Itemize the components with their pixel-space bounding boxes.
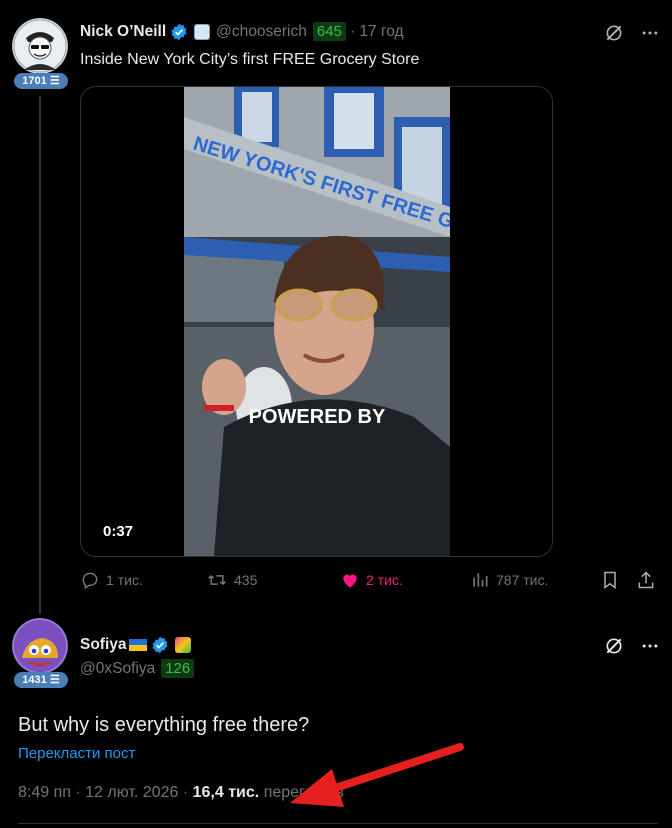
list-icon: ☰: [49, 75, 60, 87]
reply-follow-count-badge: 126: [161, 659, 195, 678]
share-button[interactable]: [636, 570, 656, 590]
divider: [18, 823, 658, 824]
video-player[interactable]: NEW YORK'S FIRST FREE GR POWERED BY 0:37: [80, 86, 553, 557]
reply-button[interactable]: 1 тис.: [80, 570, 143, 590]
verified-badge-icon: [152, 636, 167, 654]
reply-timestamp[interactable]: 8:49 пп · 12 лют. 2026 ·: [18, 784, 188, 801]
heart-icon: [343, 574, 357, 588]
verified-badge-icon: [171, 23, 187, 40]
reply-handle-row: @0xSofiya 126: [80, 659, 195, 678]
tweet-text: Inside New York City’s first FREE Grocer…: [80, 51, 420, 68]
views-chart-icon: [473, 573, 488, 587]
reply-icon: [82, 572, 98, 590]
video-frame[interactable]: NEW YORK'S FIRST FREE GR POWERED BY: [184, 87, 450, 556]
video-caption: POWERED BY: [249, 406, 386, 428]
repost-button[interactable]: 435: [206, 570, 257, 590]
tweet-actions: 1 тис. 435 2 тис. 787 тис.: [80, 570, 660, 594]
reply-avatar-score-badge: 1431 ☰: [14, 672, 68, 688]
grok-icon[interactable]: [604, 23, 624, 43]
reply-count: 1 тис.: [106, 572, 143, 588]
follow-count-badge: 645: [312, 22, 346, 41]
repost-count: 435: [234, 572, 258, 588]
more-options-icon[interactable]: [640, 636, 660, 656]
avatar-score-badge: 1701 ☰: [14, 73, 68, 89]
repost-icon: [208, 575, 226, 585]
reply-author-name[interactable]: Sofiya: [80, 636, 127, 654]
reply-views-count: 16,4 тис.: [192, 784, 260, 801]
ukraine-flag-icon: [128, 639, 147, 651]
affiliate-badge-icon: [174, 637, 191, 653]
reply-header: Sofiya: [80, 636, 191, 654]
bookmark-icon: [604, 571, 616, 589]
tweet-header: Nick O’Neill @chooserich 645 · 17 год: [80, 22, 404, 41]
reply-author-handle[interactable]: @0xSofiya: [80, 660, 155, 678]
list-icon: ☰: [49, 674, 60, 686]
views-button[interactable]: 787 тис.: [470, 570, 548, 590]
video-duration: 0:37: [103, 523, 134, 540]
more-options-icon[interactable]: [640, 23, 660, 43]
grok-icon[interactable]: [604, 636, 624, 656]
reply-top-icons: [604, 636, 660, 656]
share-icon: [638, 571, 654, 589]
like-count: 2 тис.: [366, 572, 403, 588]
bookmark-button[interactable]: [600, 570, 620, 590]
affiliate-badge-icon: [194, 23, 211, 40]
translate-post-link[interactable]: Перекласти пост: [18, 745, 135, 762]
tweet-top-icons: [604, 23, 660, 43]
tweet-time[interactable]: · 17 год: [350, 23, 404, 41]
avatar[interactable]: [12, 18, 68, 74]
red-arrow-annotation: [290, 743, 464, 807]
reply-text: But why is everything free there?: [18, 714, 310, 736]
like-button[interactable]: 2 тис.: [340, 570, 403, 590]
thread-connector: [39, 96, 41, 614]
reply-avatar[interactable]: [12, 618, 68, 674]
author-handle[interactable]: @chooserich: [216, 23, 307, 41]
author-name[interactable]: Nick O’Neill: [80, 23, 166, 41]
views-count: 787 тис.: [496, 572, 549, 588]
